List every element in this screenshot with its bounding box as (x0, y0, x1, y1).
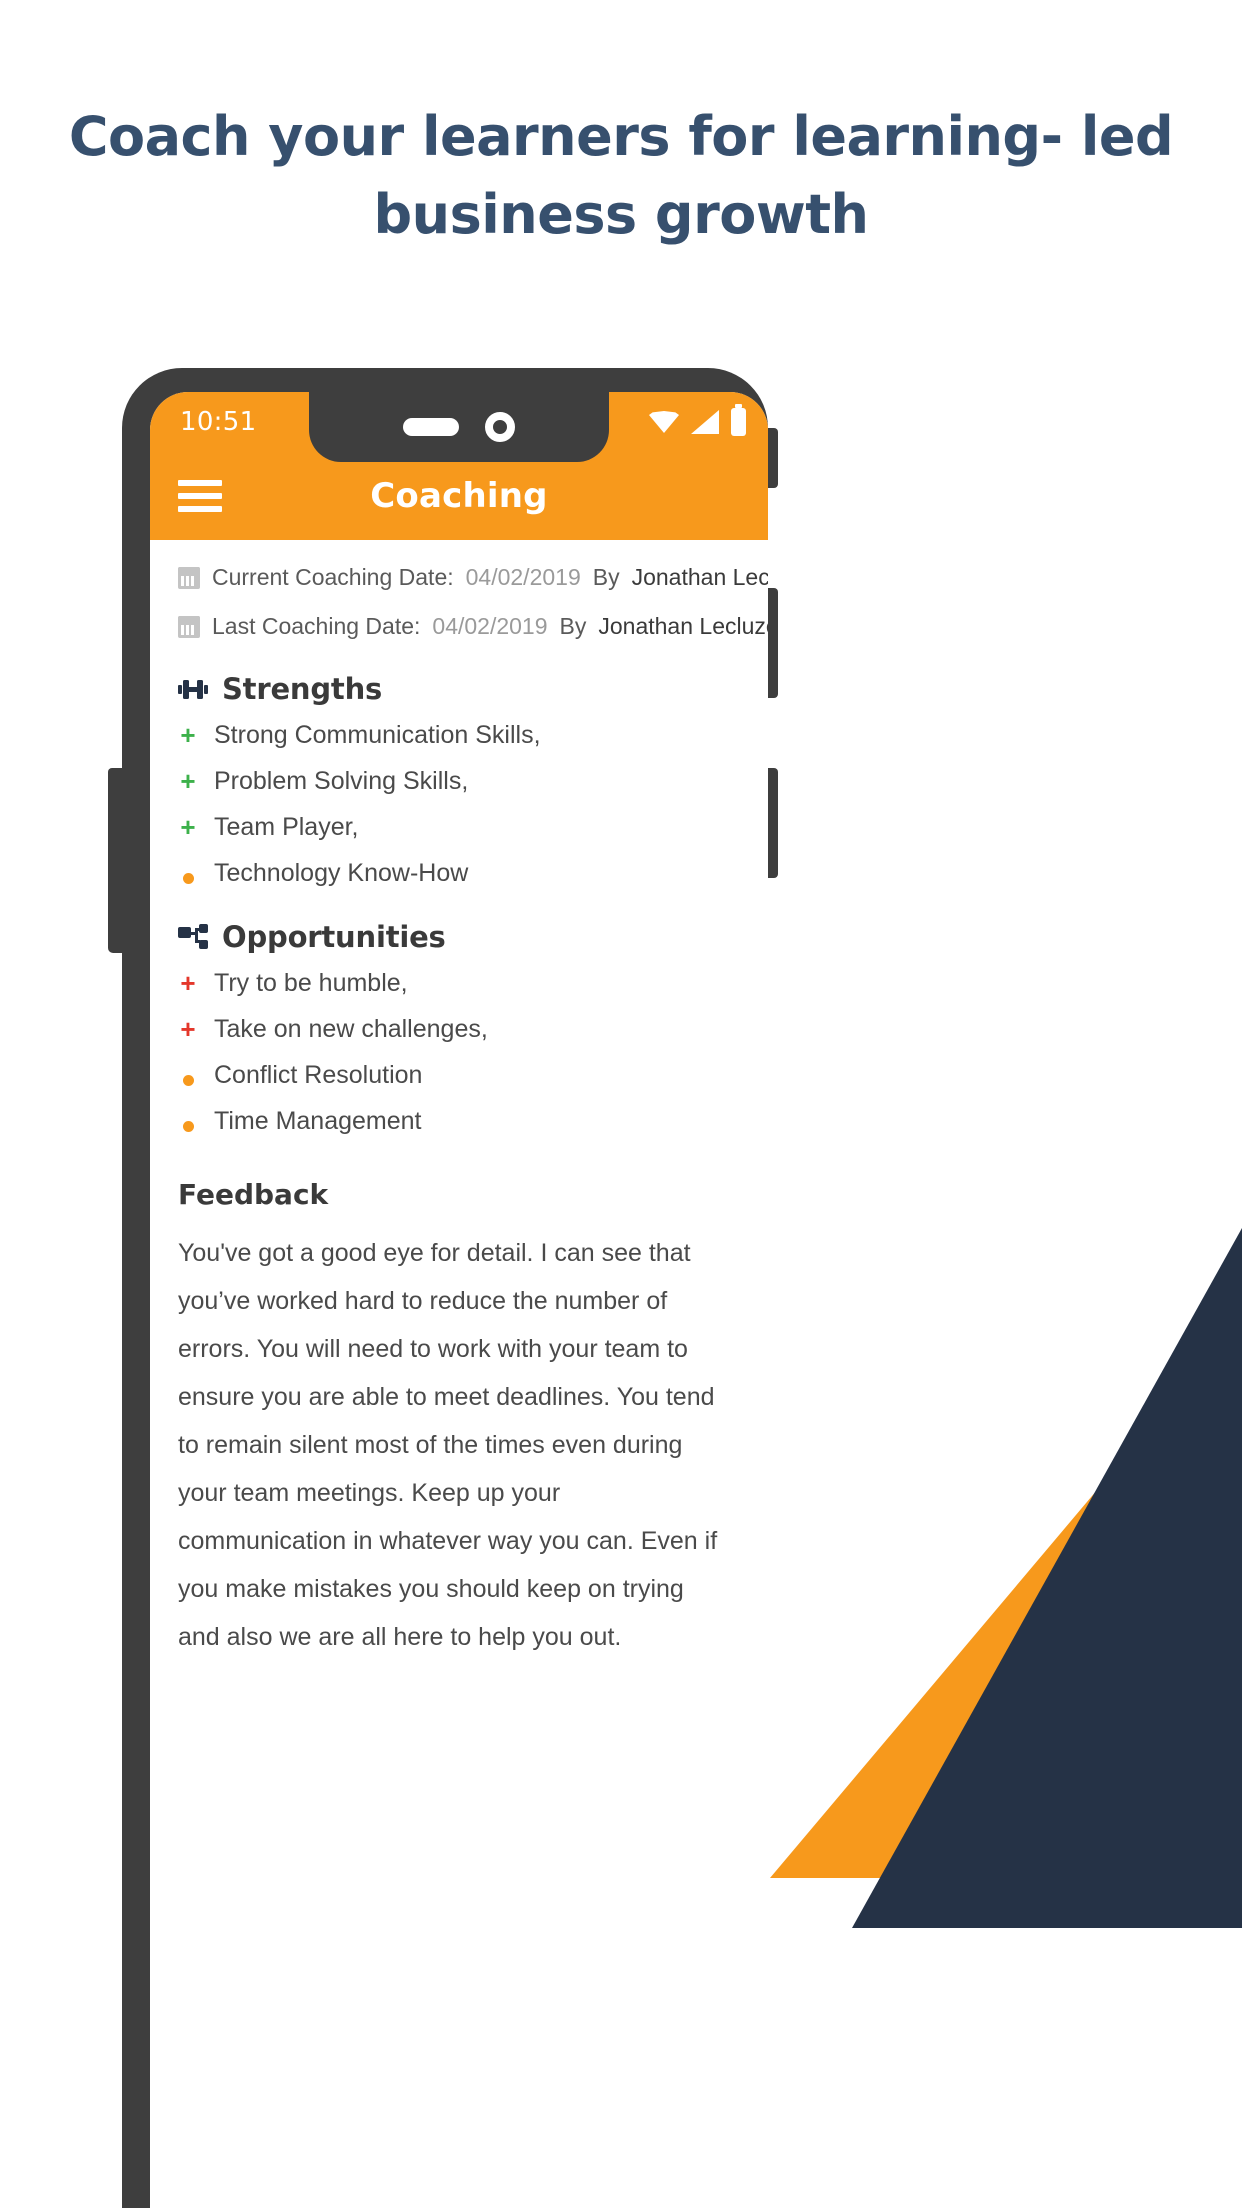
earpiece-speaker-icon (403, 418, 459, 436)
strength-item-text: Strong Communication Skills, (214, 721, 541, 749)
signal-icon (691, 410, 719, 434)
plus-marker-icon: + (180, 968, 196, 998)
wifi-icon (649, 411, 679, 433)
phone-body: 10:51 Coaching Current Coaching Date: 04… (122, 368, 778, 2208)
phone-mockup: 10:51 Coaching Current Coaching Date: 04… (108, 368, 778, 2208)
last-coaching-person: Jonathan Lecluze (598, 613, 768, 639)
list-item: Time Management (178, 1106, 740, 1136)
front-camera-icon (485, 412, 515, 442)
list-item: Technology Know-How (178, 858, 740, 888)
sitemap-icon (178, 924, 208, 950)
phone-screen: 10:51 Coaching Current Coaching Date: 04… (150, 392, 768, 2208)
current-coaching-person: Jonathan Lecluze (631, 564, 768, 590)
plus-marker-icon: + (180, 812, 196, 842)
screen-content: Current Coaching Date: 04/02/2019 By Jon… (150, 540, 768, 1661)
hamburger-menu-icon[interactable] (178, 480, 222, 512)
status-bar-clock: 10:51 (180, 407, 257, 437)
calendar-icon (178, 615, 200, 638)
strength-item-text: Problem Solving Skills, (214, 767, 469, 795)
list-item: + Take on new challenges, (178, 1014, 740, 1044)
phone-notch (309, 392, 609, 462)
dot-marker-icon (178, 1125, 198, 1136)
current-coaching-date-value: 04/02/2019 (465, 564, 581, 590)
list-item: + Team Player, (178, 812, 740, 842)
strengths-list: + Strong Communication Skills, + Problem… (178, 720, 740, 888)
app-bar: Coaching (150, 452, 768, 540)
status-bar-icons (649, 404, 746, 436)
list-item: + Try to be humble, (178, 968, 740, 998)
page-title-line-1: Coach your learners for learning- (68, 105, 1063, 168)
last-coaching-date-row: Last Coaching Date: 04/02/2019 By Jonath… (178, 613, 768, 640)
opportunity-item-text: Time Management (214, 1107, 422, 1135)
dot-marker-icon (178, 877, 198, 888)
last-coaching-date-value: 04/02/2019 (432, 613, 548, 639)
feedback-body: You've got a good eye for detail. I can … (178, 1239, 718, 1651)
phone-button-left-lower[interactable] (108, 773, 124, 953)
page-root: Coach your learners for learning- led bu… (0, 0, 1242, 2208)
feedback-title: Feedback (178, 1178, 329, 1211)
plus-marker-icon: + (180, 1014, 196, 1044)
battery-icon (731, 404, 746, 436)
opportunities-title: Opportunities (222, 920, 446, 954)
plus-marker-icon: + (180, 720, 196, 750)
list-item: + Strong Communication Skills, (178, 720, 740, 750)
page-title: Coach your learners for learning- led bu… (62, 98, 1180, 254)
current-coaching-date-row: Current Coaching Date: 04/02/2019 By Jon… (178, 564, 768, 591)
opportunity-item-text: Try to be humble, (214, 969, 408, 997)
current-coaching-by-label: By (592, 564, 620, 590)
list-item: + Problem Solving Skills, (178, 766, 740, 796)
strengths-section-header: Strengths (178, 672, 740, 706)
decorative-navy-triangle (852, 1228, 1242, 1928)
list-item: Conflict Resolution (178, 1060, 740, 1090)
strength-item-text: Technology Know-How (214, 859, 469, 887)
last-coaching-by-label: By (559, 613, 587, 639)
opportunity-item-text: Conflict Resolution (214, 1061, 423, 1089)
opportunity-item-text: Take on new challenges, (214, 1015, 488, 1043)
dot-marker-icon (178, 1079, 198, 1090)
opportunities-list: + Try to be humble, + Take on new challe… (178, 968, 740, 1136)
calendar-icon (178, 566, 200, 589)
app-bar-title: Coaching (370, 476, 548, 516)
dumbbell-icon (178, 676, 208, 702)
status-bar: 10:51 (150, 392, 768, 462)
strength-item-text: Team Player, (214, 813, 359, 841)
plus-marker-icon: + (180, 766, 196, 796)
opportunities-section-header: Opportunities (178, 920, 740, 954)
strengths-title: Strengths (222, 672, 383, 706)
last-coaching-date-label: Last Coaching Date: (212, 613, 421, 639)
current-coaching-date-label: Current Coaching Date: (212, 564, 454, 590)
